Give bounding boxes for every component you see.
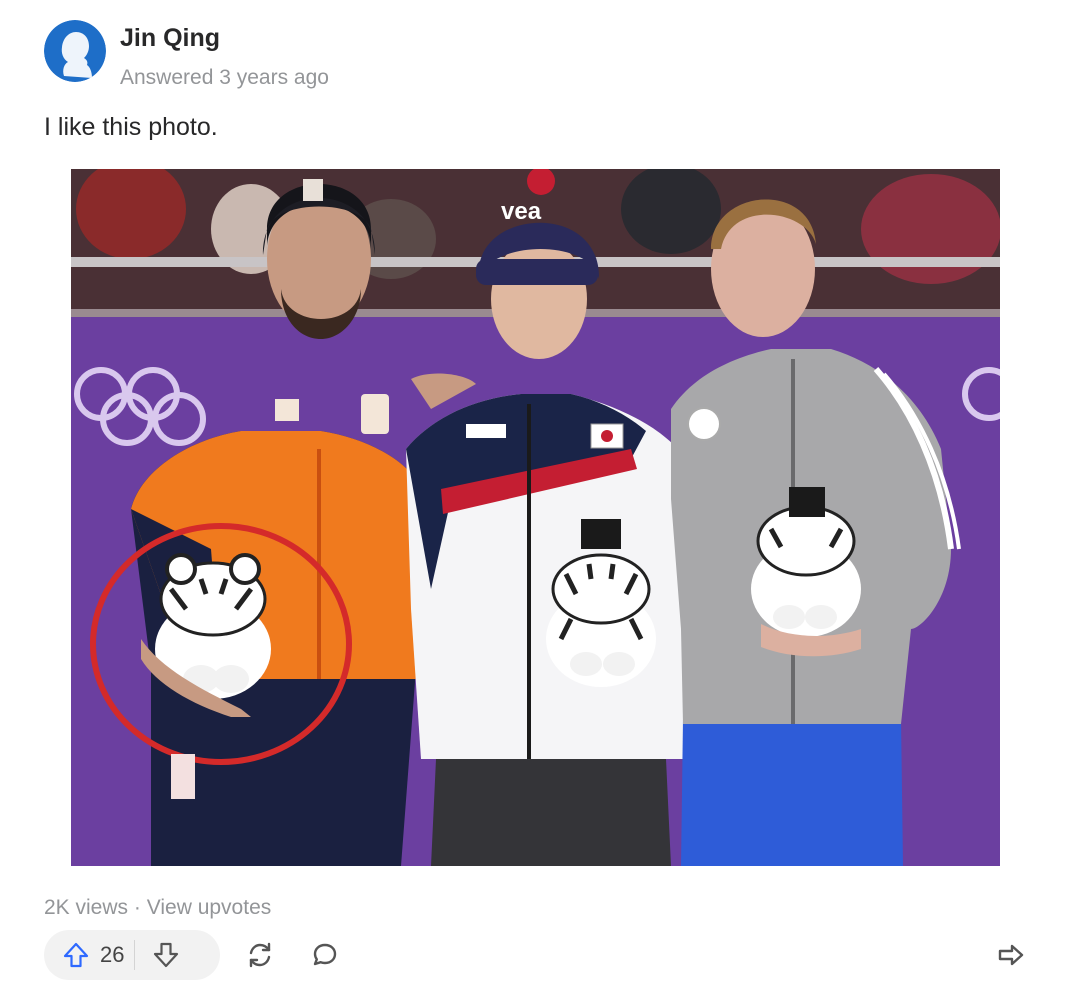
view-count: 2K views xyxy=(44,896,129,919)
answer-photo[interactable]: vea xyxy=(71,169,1000,866)
reshare-button[interactable] xyxy=(240,935,280,975)
vote-group: 26 xyxy=(44,930,220,980)
svg-text:vea: vea xyxy=(501,198,542,225)
share-arrow-icon xyxy=(998,944,1024,966)
answer-text: I like this photo. xyxy=(44,113,218,141)
share-button[interactable] xyxy=(990,935,1030,975)
stats-separator: · xyxy=(133,896,141,919)
upvote-button[interactable]: 26 xyxy=(44,930,134,980)
arrow-up-icon xyxy=(63,942,89,968)
arrow-down-icon xyxy=(154,942,179,968)
default-avatar-icon xyxy=(44,20,106,82)
speech-bubble-icon xyxy=(313,943,337,966)
upvote-count: 26 xyxy=(100,942,125,967)
author-avatar[interactable] xyxy=(44,20,106,82)
comment-button[interactable] xyxy=(305,935,345,975)
answer-stats: 2K views · View upvotes xyxy=(44,896,271,920)
author-name[interactable]: Jin Qing xyxy=(120,24,220,53)
downvote-button[interactable] xyxy=(135,930,197,980)
answer-timestamp[interactable]: Answered 3 years ago xyxy=(120,66,329,90)
refresh-icon xyxy=(249,942,271,968)
view-upvotes-link[interactable]: View upvotes xyxy=(147,896,272,920)
